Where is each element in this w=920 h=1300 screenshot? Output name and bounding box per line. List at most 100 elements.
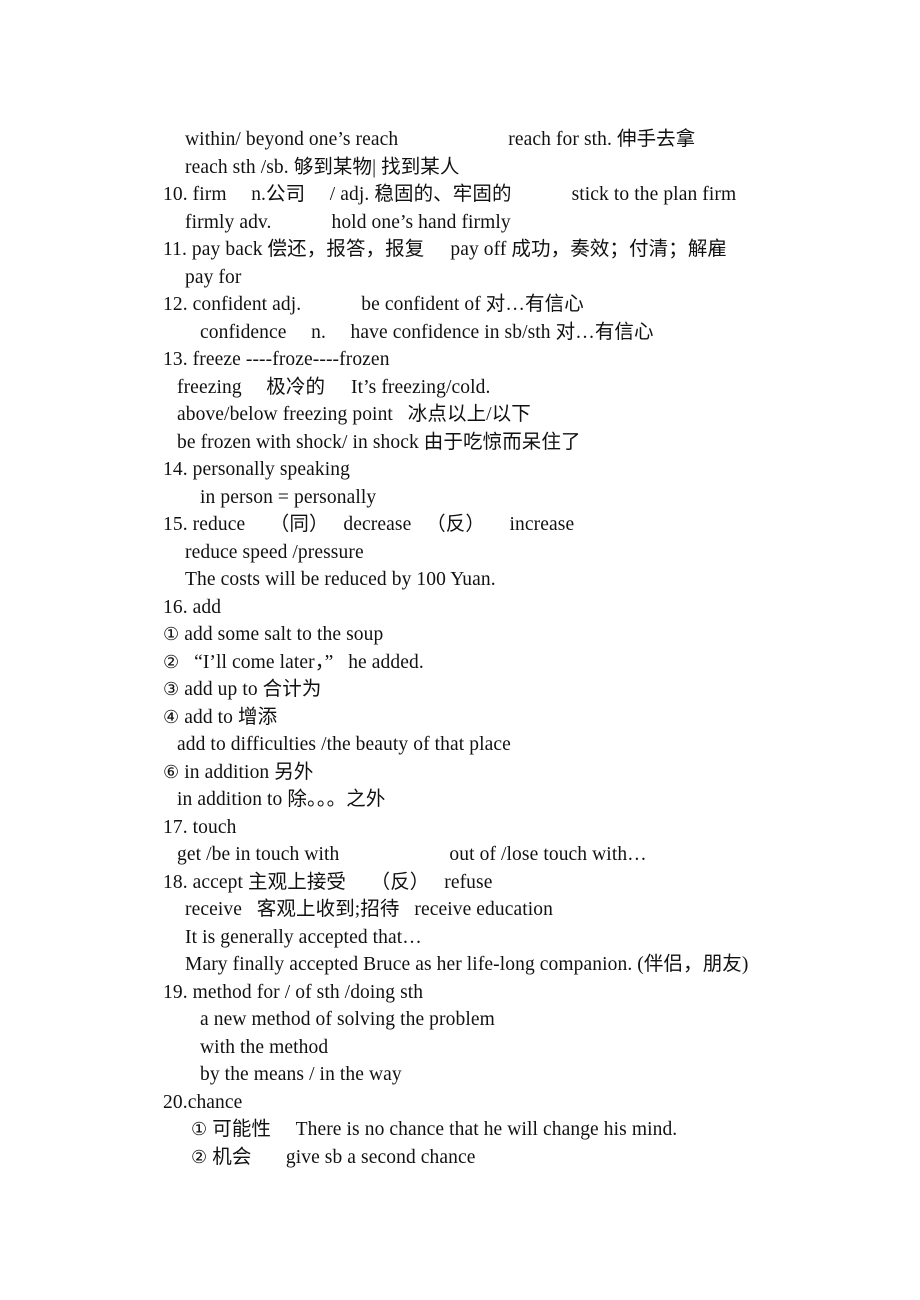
note-line: Mary finally accepted Bruce as her life-… (163, 951, 863, 979)
note-text: reduce speed /pressure (185, 541, 364, 563)
circled-number-marker: ④ (163, 706, 180, 728)
note-line: ① 可能性 There is no chance that he will ch… (163, 1116, 863, 1144)
note-text-right: hold one’s hand firmly (331, 211, 511, 233)
note-text: accept 主观上接受 （反） refuse (187, 871, 493, 893)
note-line: 10. firm n.公司 / adj. 稳固的、牢固的 stick to the… (163, 181, 863, 209)
note-line: ③ add up to 合计为 (163, 676, 863, 704)
note-line: in person = personally (163, 484, 863, 512)
note-text: add (187, 596, 222, 618)
note-line: within/ beyond one’s reach reach for sth.… (163, 126, 863, 154)
note-text-right: stick to the plan firm (571, 184, 737, 205)
note-line: 14. personally speaking (163, 456, 863, 484)
note-text: be frozen with shock/ in shock 由于吃惊而呆住了 (177, 431, 581, 453)
note-text: confidence n. have confidence in sb/sth … (200, 321, 654, 343)
note-text: get /be in touch with (177, 844, 340, 865)
note-text-right: be confident of 对…有信心 (361, 294, 584, 315)
note-line: ④ add to 增添 (163, 704, 863, 732)
note-line: above/below freezing point 冰点以上/以下 (163, 401, 863, 429)
note-line: be frozen with shock/ in shock 由于吃惊而呆住了 (163, 429, 863, 457)
note-text: It is generally accepted that… (185, 926, 422, 948)
list-number-marker: 20. (163, 1091, 188, 1113)
list-number-marker: 13. (163, 349, 188, 370)
note-text: personally speaking (187, 459, 350, 480)
note-line: ② “I’ll come later，” he added. (163, 649, 863, 677)
note-text: receive 客观上收到;招待 receive education (185, 899, 554, 920)
note-line: reduce speed /pressure (163, 539, 863, 567)
circled-number-marker: ⑥ (163, 761, 180, 783)
note-line: ⑥ in addition 另外 (163, 759, 863, 787)
note-text: above/below freezing point 冰点以上/以下 (177, 404, 531, 425)
note-line: ① add some salt to the soup (163, 621, 863, 649)
list-number-marker: 18. (163, 871, 188, 893)
note-text: firmly adv. (185, 211, 272, 233)
note-line: reach sth /sb. 够到某物| 找到某人 (163, 154, 863, 182)
list-number-marker: 17. (163, 816, 188, 838)
note-line: firmly adv. hold one’s hand firmly (163, 209, 863, 237)
note-line: by the means / in the way (163, 1061, 863, 1089)
list-number-marker: 10. (163, 184, 188, 205)
note-text: freezing 极冷的 (177, 376, 326, 398)
note-line: 20.chance (163, 1089, 863, 1117)
note-text: Mary finally accepted Bruce as her life-… (185, 954, 749, 975)
note-text-right: out of /lose touch with… (449, 844, 647, 865)
note-text: add some salt to the soup (179, 624, 384, 645)
note-text: in addition 另外 (179, 761, 314, 783)
note-text: touch (187, 816, 237, 838)
note-text: 可能性 There is no chance that he will chan… (207, 1119, 678, 1140)
note-line: 13. freeze ----froze----frozen (163, 346, 863, 374)
note-text: pay back 偿还，报答，报复 (186, 239, 425, 260)
note-text-right: pay off 成功，奏效；付清；解雇 (450, 239, 728, 260)
note-text: 机会 give sb a second chance (207, 1146, 476, 1168)
note-text: confident adj. (187, 294, 302, 315)
note-text: The costs will be reduced by 100 Yuan. (185, 569, 496, 590)
note-text: reach sth /sb. 够到某物| 找到某人 (185, 156, 460, 178)
note-text: reduce （同） decrease （反） increase (187, 514, 575, 535)
notes-body: within/ beyond one’s reach reach for sth.… (163, 126, 863, 1171)
note-line: 16. add (163, 594, 863, 622)
note-line: add to difficulties /the beauty of that … (163, 731, 863, 759)
note-line: pay for (163, 264, 863, 292)
note-text-right: It’s freezing/cold. (351, 376, 491, 398)
note-text: a new method of solving the problem (200, 1009, 495, 1030)
note-text: add up to 合计为 (179, 679, 322, 700)
note-line: 11. pay back 偿还，报答，报复 pay off 成功，奏效；付清；解雇 (163, 236, 863, 264)
note-text: within/ beyond one’s reach (185, 129, 399, 150)
note-line: 12. confident adj. be confident of 对…有信心 (163, 291, 863, 319)
note-text: “I’ll come later，” he added. (179, 651, 424, 673)
note-line: It is generally accepted that… (163, 924, 863, 952)
list-number-marker: 15. (163, 514, 188, 535)
note-line: with the method (163, 1034, 863, 1062)
note-line: a new method of solving the problem (163, 1006, 863, 1034)
note-text: with the method (200, 1036, 329, 1058)
note-line: get /be in touch with out of /lose touch … (163, 841, 863, 869)
note-line: freezing 极冷的 It’s freezing/cold. (163, 374, 863, 402)
circled-number-marker: ① (163, 624, 180, 645)
note-text: in addition to 除。。。之外 (177, 789, 386, 810)
note-text: freeze ----froze----frozen (187, 349, 390, 370)
note-line: 18. accept 主观上接受 （反） refuse (163, 869, 863, 897)
list-number-marker: 14. (163, 459, 188, 480)
note-text: method for / of sth /doing sth (187, 981, 424, 1003)
note-line: 19. method for / of sth /doing sth (163, 979, 863, 1007)
note-text: firm n.公司 / adj. 稳固的、牢固的 (187, 184, 512, 205)
note-line: in addition to 除。。。之外 (163, 786, 863, 814)
note-text: by the means / in the way (200, 1064, 402, 1085)
note-text: pay for (185, 266, 242, 288)
document-page: within/ beyond one’s reach reach for sth.… (0, 0, 920, 1300)
note-text: chance (187, 1091, 243, 1113)
note-text-right: reach for sth. 伸手去拿 (508, 129, 696, 150)
list-number-marker: 11. (163, 239, 187, 260)
circled-number-marker: ② (191, 1146, 208, 1168)
circled-number-marker: ③ (163, 679, 180, 700)
circled-number-marker: ① (191, 1119, 208, 1140)
circled-number-marker: ② (163, 651, 180, 673)
list-number-marker: 16. (163, 596, 188, 618)
note-text: add to 增添 (179, 706, 278, 728)
note-line: receive 客观上收到;招待 receive education (163, 896, 863, 924)
note-text: in person = personally (200, 486, 377, 508)
note-line: The costs will be reduced by 100 Yuan. (163, 566, 863, 594)
note-line: 15. reduce （同） decrease （反） increase (163, 511, 863, 539)
note-line: ② 机会 give sb a second chance (163, 1144, 863, 1172)
list-number-marker: 12. (163, 294, 188, 315)
list-number-marker: 19. (163, 981, 188, 1003)
